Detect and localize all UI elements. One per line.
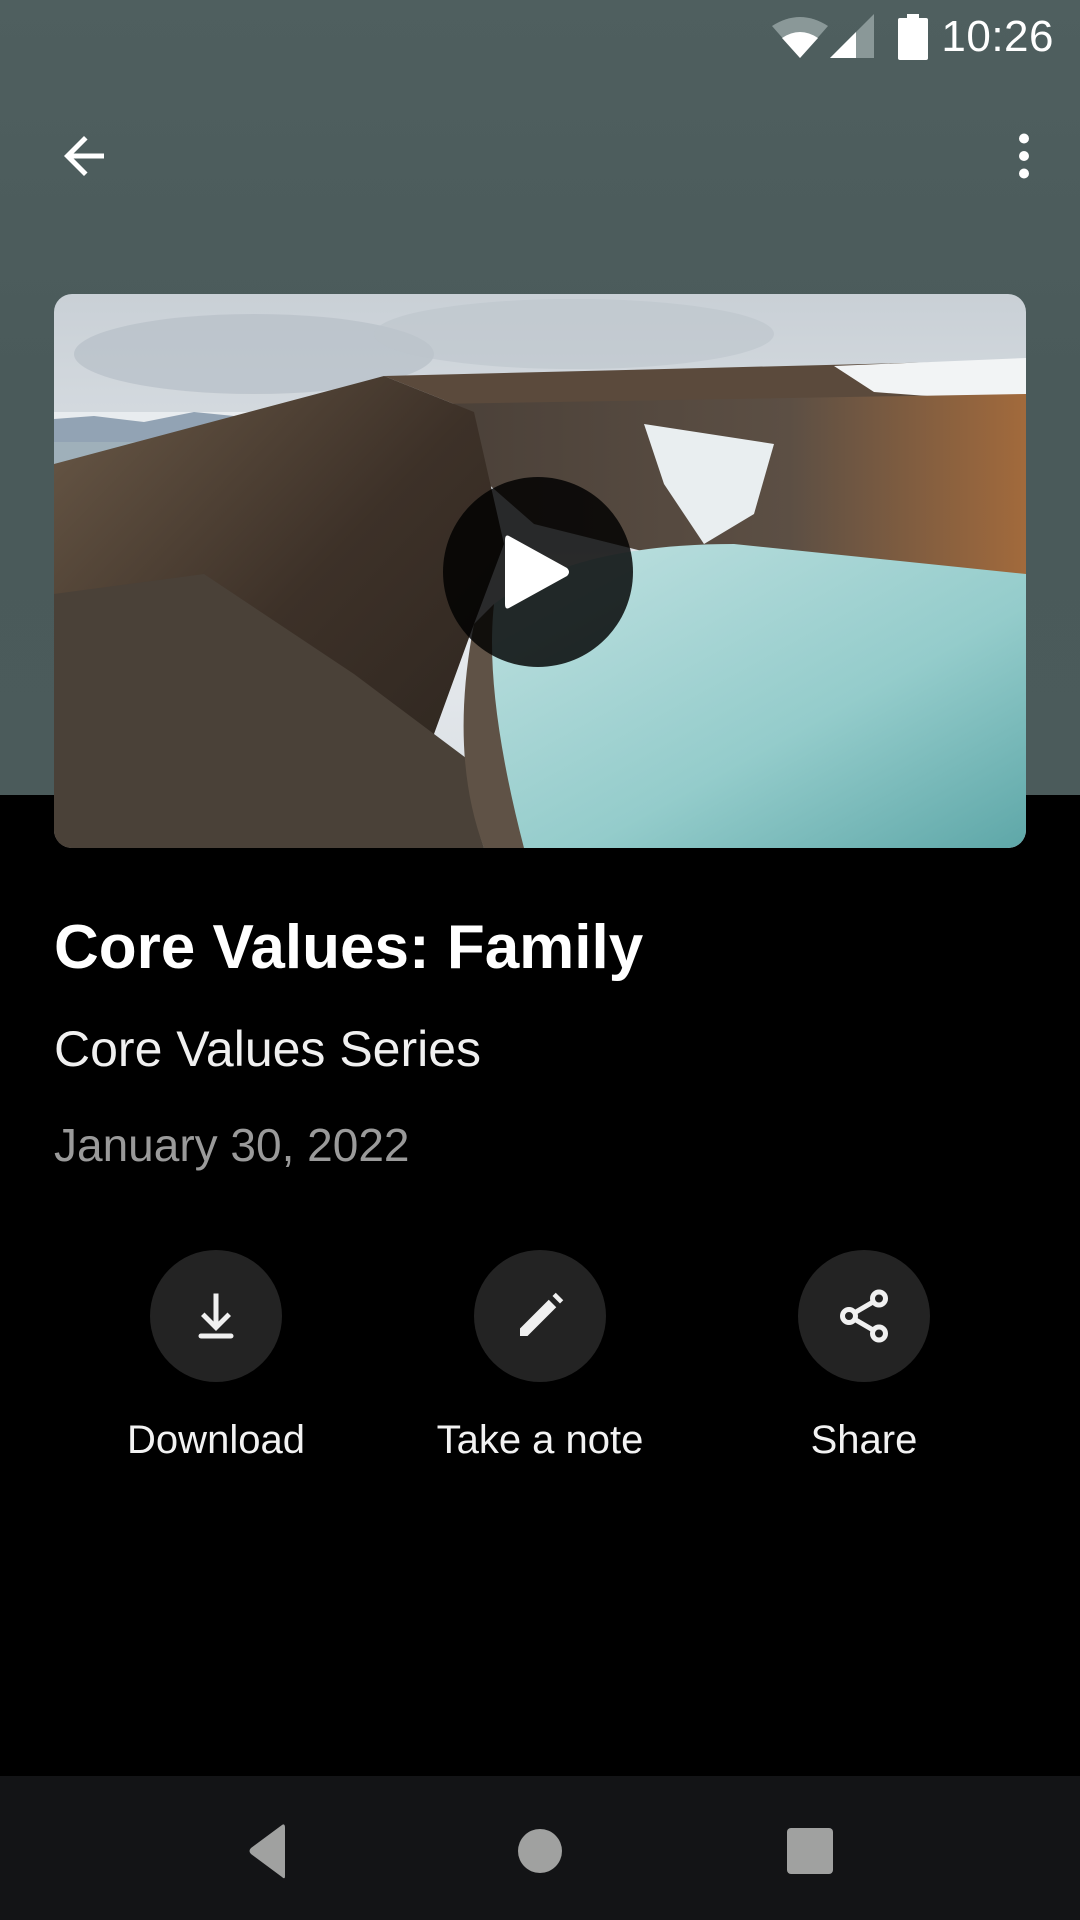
status-bar: 10:26 (0, 0, 1080, 76)
share-label: Share (810, 1418, 918, 1462)
status-time: 10:26 (941, 12, 1054, 61)
nav-back-icon (249, 1824, 285, 1879)
sermon-title: Core Values: Family (54, 913, 644, 982)
series-name: Core Values Series (54, 1021, 482, 1077)
back-button[interactable] (40, 120, 130, 210)
toolbar (0, 110, 1080, 200)
sermon-date: January 30, 2022 (54, 1119, 410, 1171)
download-icon (198, 1293, 234, 1339)
play-icon (505, 535, 569, 609)
take-note-button[interactable]: Take a note (410, 1250, 670, 1463)
video-thumbnail[interactable] (54, 294, 1026, 848)
nav-recents-button[interactable] (765, 1806, 855, 1896)
more-vertical-icon (1019, 133, 1029, 179)
nav-recents-icon (787, 1828, 833, 1874)
download-circle (150, 1250, 282, 1382)
share-button[interactable]: Share (734, 1250, 994, 1463)
more-options-button[interactable] (990, 120, 1060, 210)
take-note-circle (474, 1250, 606, 1382)
nav-back-button[interactable] (223, 1806, 313, 1896)
pencil-icon (520, 1292, 564, 1336)
nav-home-icon (518, 1829, 562, 1873)
download-button[interactable]: Download (86, 1250, 346, 1463)
system-navigation-bar (0, 1776, 1080, 1920)
nav-home-button[interactable] (495, 1806, 585, 1896)
download-label: Download (127, 1418, 305, 1462)
share-icon (840, 1289, 888, 1343)
cellular-signal-icon (830, 14, 874, 58)
wifi-icon (772, 17, 828, 58)
arrow-back-icon (64, 136, 104, 176)
battery-icon (898, 14, 928, 60)
take-note-label: Take a note (436, 1418, 644, 1462)
play-button[interactable] (443, 477, 633, 667)
share-circle (798, 1250, 930, 1382)
